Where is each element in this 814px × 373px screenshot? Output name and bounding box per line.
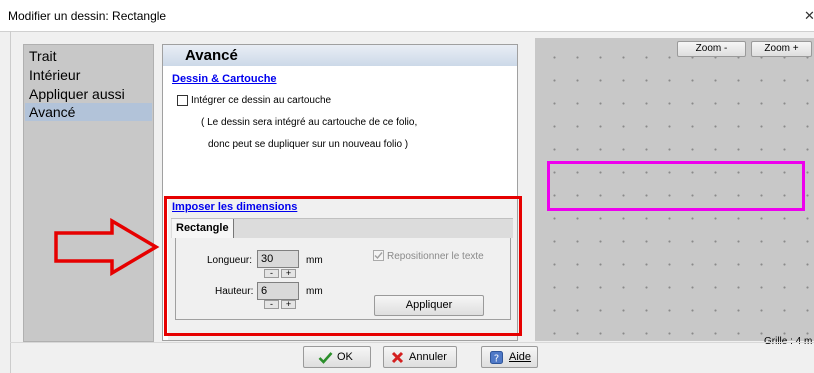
window-title: Modifier un dessin: Rectangle xyxy=(8,9,167,23)
zoom-in-button[interactable]: Zoom + xyxy=(751,41,812,57)
checkmark-icon xyxy=(318,352,333,364)
integrer-cartouche-label: Intégrer ce dessin au cartouche xyxy=(191,95,332,106)
footer-divider xyxy=(10,342,814,343)
rectangle-preview-highlight xyxy=(547,161,805,211)
cartouche-note-line1: ( Le dessin sera intégré au cartouche de… xyxy=(201,117,418,128)
nav-item-trait[interactable]: Trait xyxy=(29,48,56,64)
integrer-cartouche-checkbox[interactable] xyxy=(177,95,188,106)
cartouche-note-line2: donc peut se dupliquer sur un nouveau fo… xyxy=(208,139,409,150)
svg-text:?: ? xyxy=(494,354,499,365)
close-icon[interactable]: ✕ xyxy=(804,8,814,24)
cancel-x-icon xyxy=(391,351,404,364)
dessin-cartouche-heading: Dessin & Cartouche xyxy=(172,73,277,85)
aide-label: Aide xyxy=(509,351,532,363)
nav-item-avance[interactable]: Avancé xyxy=(29,104,75,120)
ok-label: OK xyxy=(337,351,353,363)
frame-divider xyxy=(10,31,11,373)
annuler-label: Annuler xyxy=(409,351,447,363)
annotation-arrow-icon xyxy=(54,218,160,276)
nav-item-appliquer-aussi[interactable]: Appliquer aussi xyxy=(29,86,125,102)
panel-title: Avancé xyxy=(185,47,238,64)
aide-button[interactable]: ? Aide xyxy=(481,346,538,368)
annotation-frame xyxy=(164,196,522,336)
nav-item-interieur[interactable]: Intérieur xyxy=(29,67,80,83)
help-icon: ? xyxy=(490,351,503,364)
annuler-button[interactable]: Annuler xyxy=(383,346,457,368)
category-list: Trait Intérieur Appliquer aussi Avancé xyxy=(23,44,154,342)
zoom-out-button[interactable]: Zoom - xyxy=(677,41,746,57)
ok-button[interactable]: OK xyxy=(303,346,371,368)
